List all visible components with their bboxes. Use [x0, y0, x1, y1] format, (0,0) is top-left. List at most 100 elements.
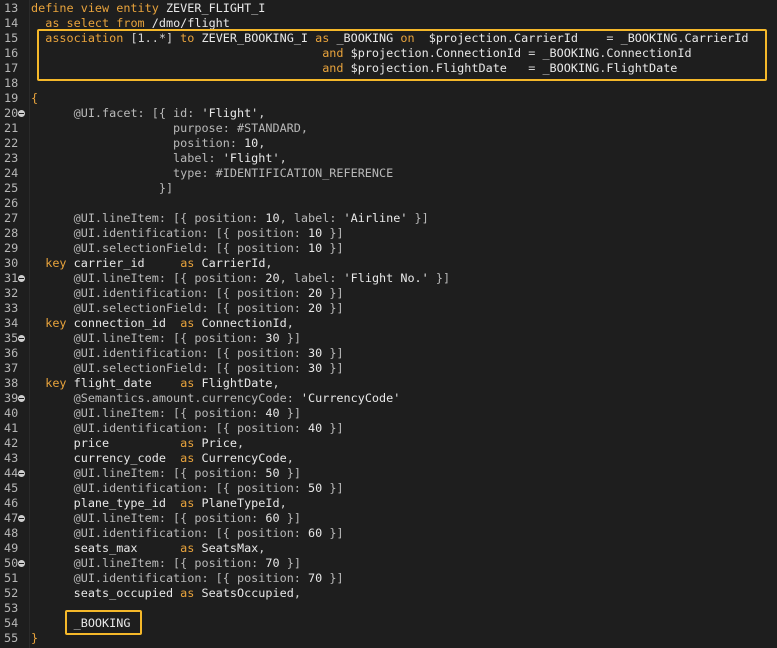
code-line[interactable]: 40 @UI.lineItem: [{ position: 40 }]: [0, 406, 777, 421]
code-line[interactable]: 28 @UI.identification: [{ position: 10 }…: [0, 226, 777, 241]
code-line[interactable]: 33 @UI.selectionField: [{ position: 20 }…: [0, 301, 777, 316]
code-token: as select from: [45, 16, 152, 30]
code-line[interactable]: 16 and $projection.ConnectionId = _BOOKI…: [0, 46, 777, 61]
code-line[interactable]: 24 type: #IDENTIFICATION_REFERENCE: [0, 166, 777, 181]
line-gutter: 51: [0, 571, 30, 586]
code-line[interactable]: 38 key flight_date as FlightDate,: [0, 376, 777, 391]
code-token: on: [400, 31, 429, 45]
code-token: }: [31, 631, 39, 645]
code-line[interactable]: 30 key carrier_id as CarrierId,: [0, 256, 777, 271]
code-token: 30: [308, 346, 323, 360]
code-line[interactable]: 25 }]: [0, 181, 777, 196]
code-line[interactable]: 47 @UI.lineItem: [{ position: 60 }]: [0, 511, 777, 526]
code-line[interactable]: 46 plane_type_id as PlaneTypeId,: [0, 496, 777, 511]
code-line[interactable]: 35 @UI.lineItem: [{ position: 30 }]: [0, 331, 777, 346]
code-lines[interactable]: 13 define view entity ZEVER_FLIGHT_I 14 as…: [0, 1, 777, 646]
code-text: seats_occupied as SeatsOccupied,: [31, 586, 301, 601]
code-token: ConnectionId: [606, 46, 692, 60]
code-line[interactable]: 26: [0, 196, 777, 211]
code-line[interactable]: 32 @UI.identification: [{ position: 20 }…: [0, 286, 777, 301]
code-token: 60: [308, 526, 323, 540]
code-line[interactable]: 49 seats_max as SeatsMax,: [0, 541, 777, 556]
code-line[interactable]: 31 @UI.lineItem: [{ position: 20, label:…: [0, 271, 777, 286]
code-token: seats_occupied: [31, 586, 181, 600]
code-line[interactable]: 45 @UI.identification: [{ position: 50 }…: [0, 481, 777, 496]
code-token: 50: [308, 481, 323, 495]
code-text: key flight_date as FlightDate,: [31, 376, 279, 391]
line-gutter: 35: [0, 331, 30, 346]
code-line[interactable]: 50 @UI.lineItem: [{ position: 70 }]: [0, 556, 777, 571]
code-line[interactable]: 19 {: [0, 91, 777, 106]
code-line[interactable]: 22 position: 10,: [0, 136, 777, 151]
fold-collapse-icon[interactable]: [18, 110, 25, 117]
code-line[interactable]: 55}: [0, 631, 777, 646]
code-token: _BOOKING: [542, 46, 600, 60]
fold-collapse-icon[interactable]: [18, 335, 25, 342]
code-line[interactable]: 36 @UI.identification: [{ position: 30 }…: [0, 346, 777, 361]
code-token: }]: [279, 556, 301, 570]
code-line[interactable]: 17 and $projection.FlightDate = _BOOKING…: [0, 61, 777, 76]
line-gutter: 19: [0, 91, 30, 106]
code-token: key: [45, 316, 74, 330]
code-line[interactable]: 13 define view entity ZEVER_FLIGHT_I: [0, 1, 777, 16]
code-line[interactable]: 54 _BOOKING: [0, 616, 777, 631]
code-line[interactable]: 18: [0, 76, 777, 91]
code-line[interactable]: 20 @UI.facet: [{ id: 'Flight',: [0, 106, 777, 121]
code-token: 10: [244, 136, 259, 150]
code-token: as: [315, 31, 337, 45]
code-editor[interactable]: 13 define view entity ZEVER_FLIGHT_I 14 as…: [0, 0, 777, 648]
code-line[interactable]: 44 @UI.lineItem: [{ position: 50 }]: [0, 466, 777, 481]
code-line[interactable]: 23 label: 'Flight',: [0, 151, 777, 166]
code-text: as select from /dmo/flight: [31, 16, 230, 31]
code-text: }: [31, 631, 38, 646]
line-number: 33: [4, 301, 19, 315]
line-gutter: 30: [0, 256, 30, 271]
fold-collapse-icon[interactable]: [18, 275, 25, 282]
code-token: $projection: [350, 46, 429, 60]
code-line[interactable]: 39 @Semantics.amount.currencyCode: 'Curr…: [0, 391, 777, 406]
code-line[interactable]: 27 @UI.lineItem: [{ position: 10, label:…: [0, 211, 777, 226]
fold-collapse-icon[interactable]: [18, 560, 25, 567]
code-line[interactable]: 41 @UI.identification: [{ position: 40 }…: [0, 421, 777, 436]
code-text: type: #IDENTIFICATION_REFERENCE: [31, 166, 393, 181]
code-line[interactable]: 42 price as Price,: [0, 436, 777, 451]
code-token: association: [45, 31, 131, 45]
code-line[interactable]: 51 @UI.identification: [{ position: 70 }…: [0, 571, 777, 586]
fold-collapse-icon[interactable]: [18, 395, 25, 402]
code-line[interactable]: 48 @UI.identification: [{ position: 60 }…: [0, 526, 777, 541]
code-token: _BOOKING: [620, 31, 678, 45]
code-token: ,: [279, 151, 287, 165]
line-gutter: 41: [0, 421, 30, 436]
code-line[interactable]: 34 key connection_id as ConnectionId,: [0, 316, 777, 331]
code-token: .: [428, 61, 436, 75]
code-token: @UI.selectionField: [{ position:: [73, 361, 309, 375]
fold-collapse-icon[interactable]: [18, 515, 25, 522]
code-text: seats_max as SeatsMax,: [31, 541, 266, 556]
code-token: as: [180, 541, 202, 555]
line-gutter: 29: [0, 241, 30, 256]
fold-collapse-icon[interactable]: [18, 470, 25, 477]
code-token: .: [428, 46, 436, 60]
code-token: @UI.identification: [{ position:: [73, 346, 309, 360]
code-line[interactable]: 53: [0, 601, 777, 616]
code-token: seats_max: [31, 541, 181, 555]
line-gutter: 55: [0, 631, 30, 646]
code-token: price: [31, 436, 181, 450]
code-token: }]: [322, 346, 344, 360]
code-line[interactable]: 14 as select from /dmo/flight: [0, 16, 777, 31]
code-line[interactable]: 37 @UI.selectionField: [{ position: 30 }…: [0, 361, 777, 376]
code-text: key carrier_id as CarrierId,: [31, 256, 272, 271]
code-token: as: [180, 451, 202, 465]
code-text: @UI.identification: [{ position: 50 }]: [31, 481, 344, 496]
code-line[interactable]: 29 @UI.selectionField: [{ position: 10 }…: [0, 241, 777, 256]
code-token: 'Flight No.': [343, 271, 429, 285]
code-line[interactable]: 15 association [1..*] to ZEVER_BOOKING_I…: [0, 31, 777, 46]
code-text: @UI.lineItem: [{ position: 10, label: 'A…: [31, 211, 429, 226]
code-line[interactable]: 52 seats_occupied as SeatsOccupied,: [0, 586, 777, 601]
line-gutter: 40: [0, 406, 30, 421]
code-line[interactable]: 21 purpose: #STANDARD,: [0, 121, 777, 136]
code-token: ,: [258, 106, 266, 120]
code-text: _BOOKING: [31, 616, 131, 631]
code-line[interactable]: 43 currency_code as CurrencyCode,: [0, 451, 777, 466]
